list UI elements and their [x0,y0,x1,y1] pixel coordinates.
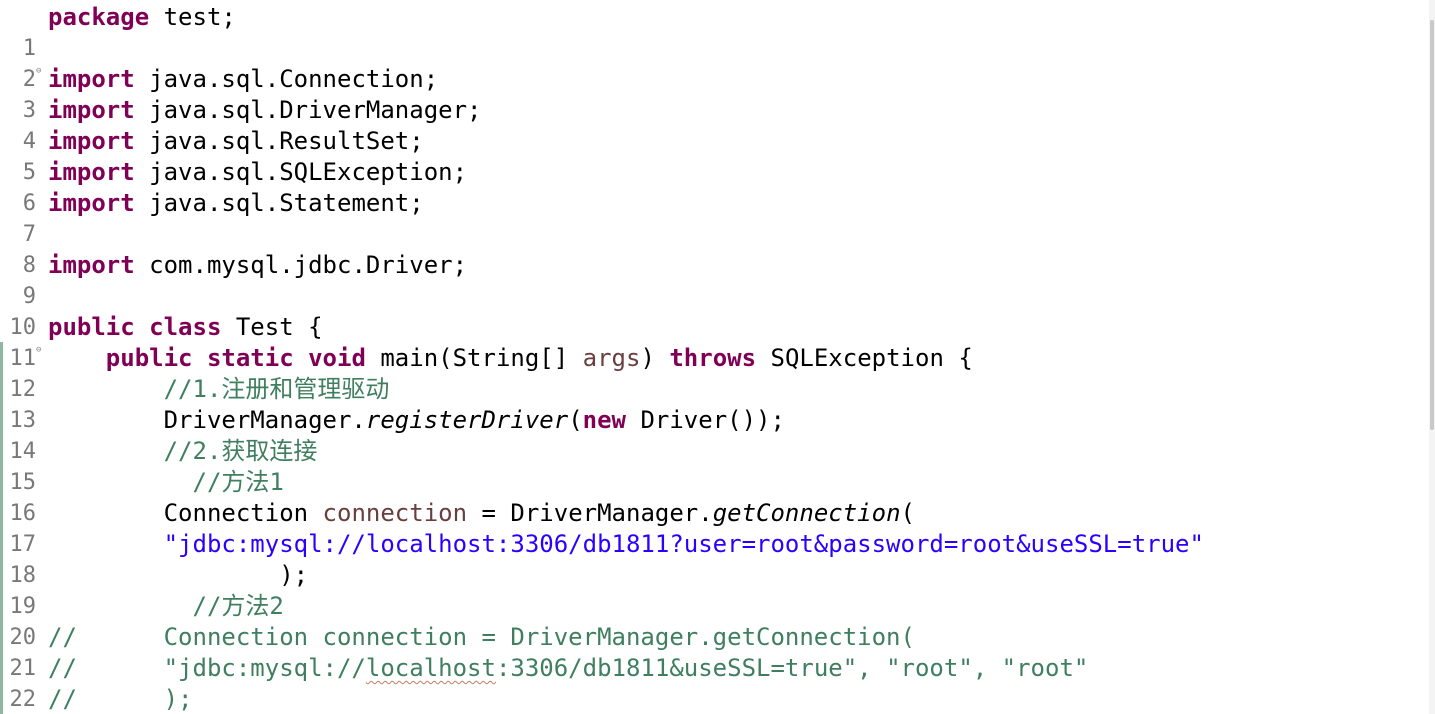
code-line-1[interactable]: 1 package test; [0,2,1400,61]
class-declaration: Test { [221,313,323,341]
parameter-name: args [582,344,641,372]
line-code: public class Test { [48,312,323,343]
line-code: // Connection connection = DriverManager… [48,622,915,653]
comment: // Connection connection = DriverManager… [48,623,915,651]
comment: :3306/db1811&useSSL=true", "root", "root… [495,654,1089,682]
code-editor[interactable]: 1 package test; 2 3 ⊖ import java.sql.Co… [0,0,1435,714]
code-line-19[interactable]: 19 ); [0,560,1400,619]
keyword: class [149,313,222,341]
line-code: public static void main(String[] args) t… [48,343,973,374]
local-variable: connection [322,499,468,527]
keyword: import [48,251,135,279]
line-code: import java.sql.DriverManager; [48,95,481,126]
comment: //方法2 [48,592,284,620]
code-line-4[interactable]: 4 import java.sql.DriverManager; [0,95,1400,154]
import-path: java.sql.DriverManager; [134,96,482,124]
code-line-7[interactable]: 7 import java.sql.Statement; [0,188,1400,247]
package-name: test; [149,3,236,31]
static-method: getConnection [712,499,901,527]
keyword: throws [669,344,757,372]
line-code: import com.mysql.jdbc.Driver; [48,250,467,281]
string-literal: "jdbc:mysql://localhost:3306/db1811?user… [163,530,1204,558]
import-path: java.sql.ResultSet; [134,127,424,155]
code-line-18[interactable]: 18 "jdbc:mysql://localhost:3306/db1811?u… [0,529,1400,588]
paren-close: ) [640,344,670,372]
line-code: import java.sql.ResultSet; [48,126,424,157]
import-path: java.sql.SQLException; [134,158,468,186]
line-code: "jdbc:mysql://localhost:3306/db1811?user… [48,529,1204,560]
method-signature: main(String[] [365,344,583,372]
statement-end: ); [48,561,309,589]
code-line-2[interactable]: 2 [0,33,1400,92]
code-line-5[interactable]: 5 import java.sql.ResultSet; [0,126,1400,185]
line-code: // ); [48,684,193,714]
code-line-13[interactable]: 13 //1.注册和管理驱动 [0,374,1400,433]
spelling-warning[interactable]: localhost [366,654,496,682]
line-code: //1.注册和管理驱动 [48,374,390,405]
fold-collapse-icon[interactable]: ⊖ [36,64,46,78]
keyword: package [48,3,150,31]
line-code: //方法2 [48,591,284,622]
code-line-23[interactable]: 23 // ); [0,684,1400,714]
fold-collapse-icon[interactable]: ⊖ [36,343,46,357]
paren-open: ( [900,499,915,527]
line-code: //方法1 [48,467,284,498]
keyword: void [308,344,366,372]
line-code: ); [48,560,308,591]
code-line-21[interactable]: 21 // Connection connection = DriverMana… [0,622,1400,681]
comment: // "jdbc:mysql:// [48,654,366,682]
line-code: package test; [48,2,236,33]
exception-type: SQLException { [756,344,973,372]
scrollbar-thumb[interactable] [1430,20,1434,430]
code-line-20[interactable]: 20 //方法2 [0,591,1400,650]
constructor-call: Driver()); [626,406,785,434]
comment: // ); [48,685,193,713]
code-line-12[interactable]: 12 ⊖ public static void main(String[] ar… [0,343,1400,402]
line-code: import java.sql.Statement; [48,188,424,219]
keyword: import [48,158,135,186]
code-line-3[interactable]: 3 ⊖ import java.sql.Connection; [0,64,1400,123]
line-code: DriverManager.registerDriver(new Driver(… [48,405,785,436]
code-line-9[interactable]: 9 import com.mysql.jdbc.Driver; [0,250,1400,309]
assignment: = DriverManager. [467,499,713,527]
vertical-scrollbar[interactable] [1429,0,1435,714]
keyword: public [105,344,193,372]
import-path: java.sql.Connection; [134,65,439,93]
code-line-11[interactable]: 11 public class Test { [0,312,1400,371]
class-ref: DriverManager. [48,406,366,434]
code-line-10[interactable]: 10 [0,281,1400,340]
code-line-17[interactable]: 17 Connection connection = DriverManager… [0,498,1400,557]
code-line-8[interactable]: 8 [0,219,1400,278]
comment: //1.注册和管理驱动 [48,375,390,403]
comment: //2.获取连接 [48,437,318,465]
code-line-14[interactable]: 14 DriverManager.registerDriver(new Driv… [0,405,1400,464]
keyword: public [48,313,135,341]
keyword: import [48,189,135,217]
import-path: com.mysql.jdbc.Driver; [134,251,468,279]
line-code: //2.获取连接 [48,436,318,467]
code-line-6[interactable]: 6 import java.sql.SQLException; [0,157,1400,216]
code-line-16[interactable]: 16 //方法1 [0,467,1400,526]
code-line-15[interactable]: 15 //2.获取连接 [0,436,1400,495]
comment: //方法1 [48,468,284,496]
keyword: import [48,65,135,93]
line-code: Connection connection = DriverManager.ge… [48,498,915,529]
keyword: new [582,406,626,434]
import-path: java.sql.Statement; [134,189,424,217]
paren-open: ( [568,406,583,434]
line-code: import java.sql.SQLException; [48,157,467,188]
keyword: import [48,127,135,155]
static-method: registerDriver [365,406,569,434]
code-line-22[interactable]: 22 // "jdbc:mysql://localhost:3306/db181… [0,653,1400,712]
keyword: import [48,96,135,124]
line-code: import java.sql.Connection; [48,64,438,95]
keyword: static [206,344,294,372]
type-name: Connection [48,499,323,527]
line-code: // "jdbc:mysql://localhost:3306/db1811&u… [48,653,1088,684]
